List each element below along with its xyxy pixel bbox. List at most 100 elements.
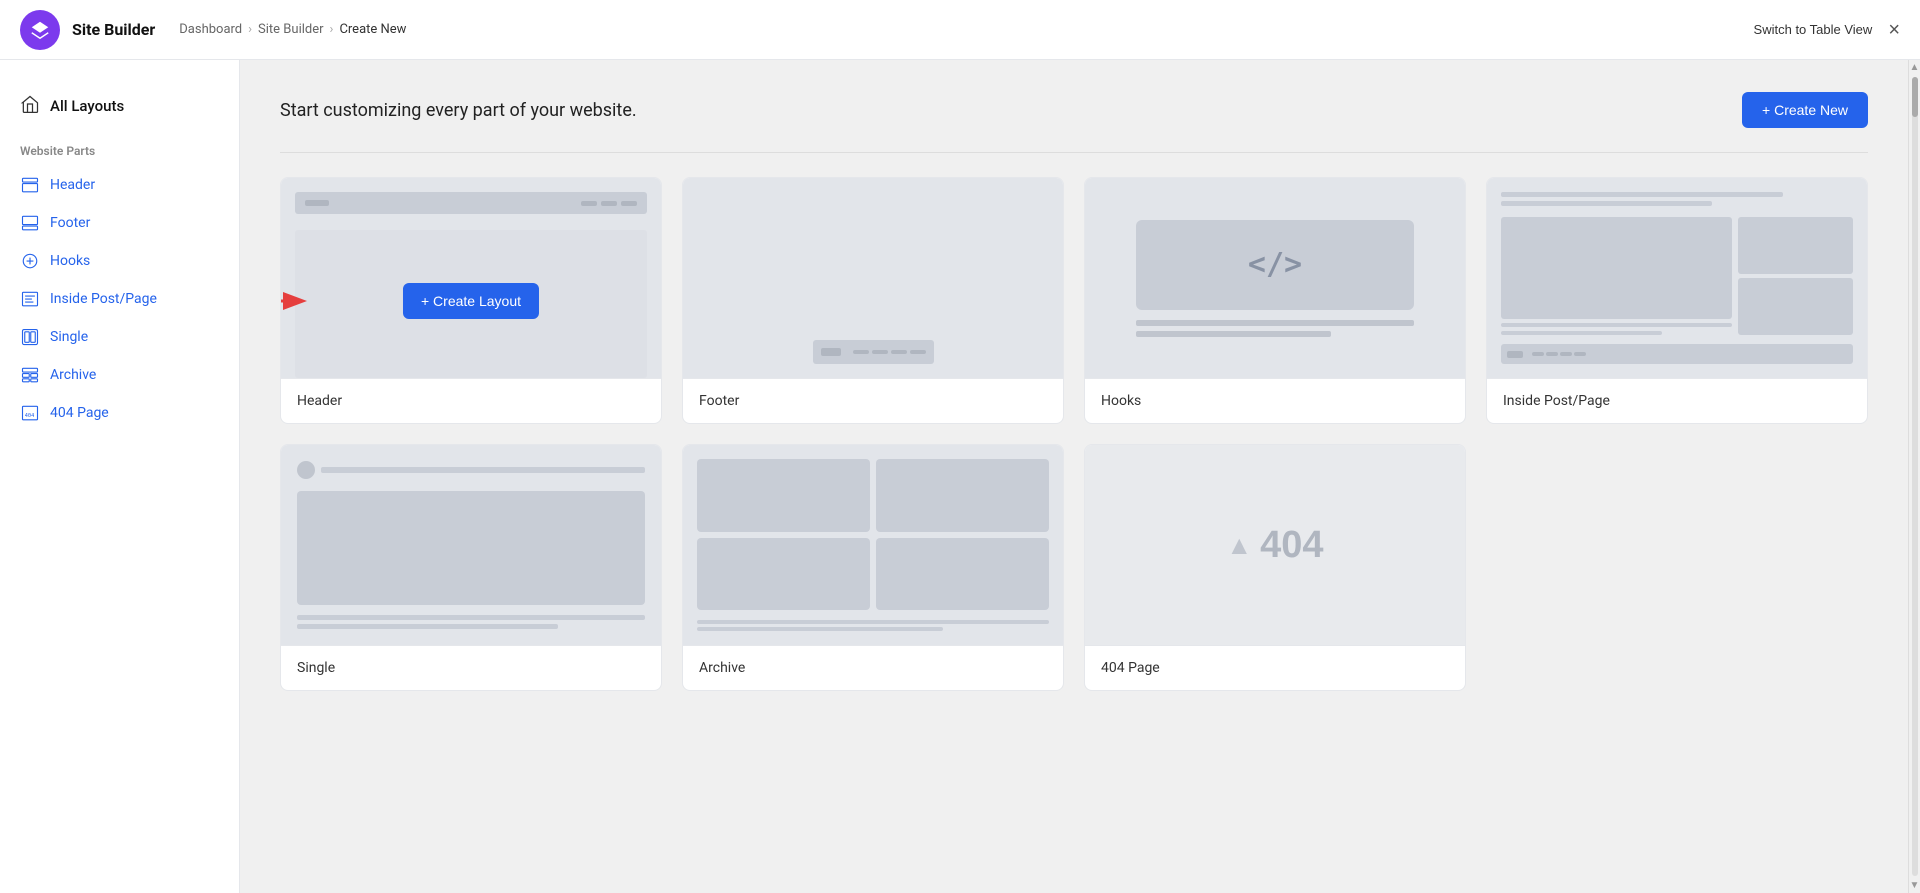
header-card-preview [281,178,661,378]
404-triangle-icon: ▲ [1226,530,1252,561]
main-heading: Start customizing every part of your web… [280,100,637,121]
topnav-right: Switch to Table View × [1754,20,1900,40]
sidebar-item-label-hooks: Hooks [50,253,90,269]
sidebar-item-footer[interactable]: Footer [0,204,239,242]
card-header[interactable]: + Create Layout Header [280,177,662,424]
card-label-hooks: Hooks [1085,378,1465,423]
archive-card-1 [697,459,870,532]
breadcrumb-sep-1: › [248,22,252,37]
inside-side-block-2 [1738,278,1853,335]
single-text-line-2 [297,624,558,629]
sidebar-item-inside-post[interactable]: Inside Post/Page [0,280,239,318]
inside-post-card-preview [1487,178,1867,378]
card-footer[interactable]: Footer [682,177,1064,424]
sidebar-item-label-inside-post: Inside Post/Page [50,291,157,307]
main-content: Start customizing every part of your web… [240,60,1908,893]
hooks-code-box: </> [1136,220,1414,310]
card-label-archive: Archive [683,645,1063,690]
breadcrumb-site-builder[interactable]: Site Builder [258,22,323,37]
inside-side-block-1 [1738,217,1853,274]
archive-card-4 [876,538,1049,611]
404-card-preview: ▲ 404 [1085,445,1465,645]
sidebar-item-archive[interactable]: Archive [0,356,239,394]
hooks-line-1 [1136,320,1414,326]
sidebar-section-title: Website Parts [0,144,239,166]
single-icon [20,327,40,347]
404-icon: 404 [20,403,40,423]
breadcrumb-create-new: Create New [339,22,406,37]
sidebar-item-label-header: Header [50,177,95,193]
inside-footer-bar [1501,344,1853,364]
scrollbar-up-button[interactable]: ▲ [1910,62,1920,73]
sidebar-all-layouts-label: All Layouts [50,97,124,115]
archive-card-2 [876,459,1049,532]
hooks-line-2 [1136,331,1331,337]
sidebar-item-single[interactable]: Single [0,318,239,356]
card-inside-post[interactable]: Inside Post/Page [1486,177,1868,424]
inside-main-block [1501,217,1732,319]
create-layout-button[interactable]: + Create Layout [403,283,539,319]
footer-icon [20,213,40,233]
card-hooks[interactable]: </> Hooks [1084,177,1466,424]
home-icon [20,94,40,118]
footer-btn-shape [821,348,841,356]
single-avatar [297,461,315,479]
404-text-group: ▲ 404 [1226,524,1323,567]
header-icon [20,175,40,195]
single-avatar-row [297,461,645,479]
create-new-button[interactable]: + Create New [1742,92,1868,128]
inside-col-main [1501,217,1732,335]
scrollbar-track[interactable] [1912,77,1918,876]
scrollbar-thumb[interactable] [1912,77,1918,117]
sidebar-item-label-archive: Archive [50,367,96,383]
breadcrumb: Dashboard › Site Builder › Create New [179,22,406,37]
breadcrumb-dashboard[interactable]: Dashboard [179,22,242,37]
hooks-card-preview: </> [1085,178,1465,378]
archive-grid [697,459,1049,610]
breadcrumb-sep-2: › [330,22,334,37]
inside-footer-pill [1507,351,1523,358]
inside-top-lines [1501,192,1853,206]
404-number: 404 [1260,524,1323,567]
card-404[interactable]: ▲ 404 404 Page [1084,444,1466,691]
single-text-lines [297,615,645,629]
sidebar-item-label-404: 404 Page [50,405,109,421]
inside-line-1 [1501,323,1732,327]
card-single[interactable]: Single [280,444,662,691]
body-layout: All Layouts Website Parts Header Footer … [0,60,1920,893]
scrollbar-down-button[interactable]: ▼ [1910,880,1920,891]
header-nav-bar [295,192,647,214]
sidebar-item-404[interactable]: 404 404 Page [0,394,239,432]
sidebar: All Layouts Website Parts Header Footer … [0,60,240,893]
close-button[interactable]: × [1888,20,1900,40]
card-archive[interactable]: Archive [682,444,1064,691]
svg-text:404: 404 [25,413,34,419]
archive-text-line-1 [697,620,1049,624]
main-header: Start customizing every part of your web… [280,92,1868,128]
sidebar-item-hooks[interactable]: Hooks [0,242,239,280]
switch-view-button[interactable]: Switch to Table View [1754,22,1873,37]
sidebar-item-label-single: Single [50,329,88,345]
inside-footer-lines [1532,352,1586,356]
card-label-404: 404 Page [1085,645,1465,690]
right-scrollbar[interactable]: ▲ ▼ [1908,60,1920,893]
nav-links [581,201,637,206]
archive-card-preview [683,445,1063,645]
single-name-line [321,467,645,473]
inside-cols [1501,217,1853,335]
sidebar-item-header[interactable]: Header [0,166,239,204]
card-label-single: Single [281,645,661,690]
single-text-line-1 [297,615,645,620]
card-label-footer: Footer [683,378,1063,423]
hooks-code-symbol: </> [1248,247,1302,282]
footer-card-preview [683,178,1063,378]
single-big-block [297,491,645,605]
archive-icon [20,365,40,385]
card-label-header: Header [281,378,661,423]
sidebar-all-layouts[interactable]: All Layouts [0,84,239,128]
hooks-lines [1136,320,1414,337]
inside-post-icon [20,289,40,309]
archive-text-line-2 [697,627,943,631]
app-logo[interactable] [20,10,60,50]
archive-card-3 [697,538,870,611]
